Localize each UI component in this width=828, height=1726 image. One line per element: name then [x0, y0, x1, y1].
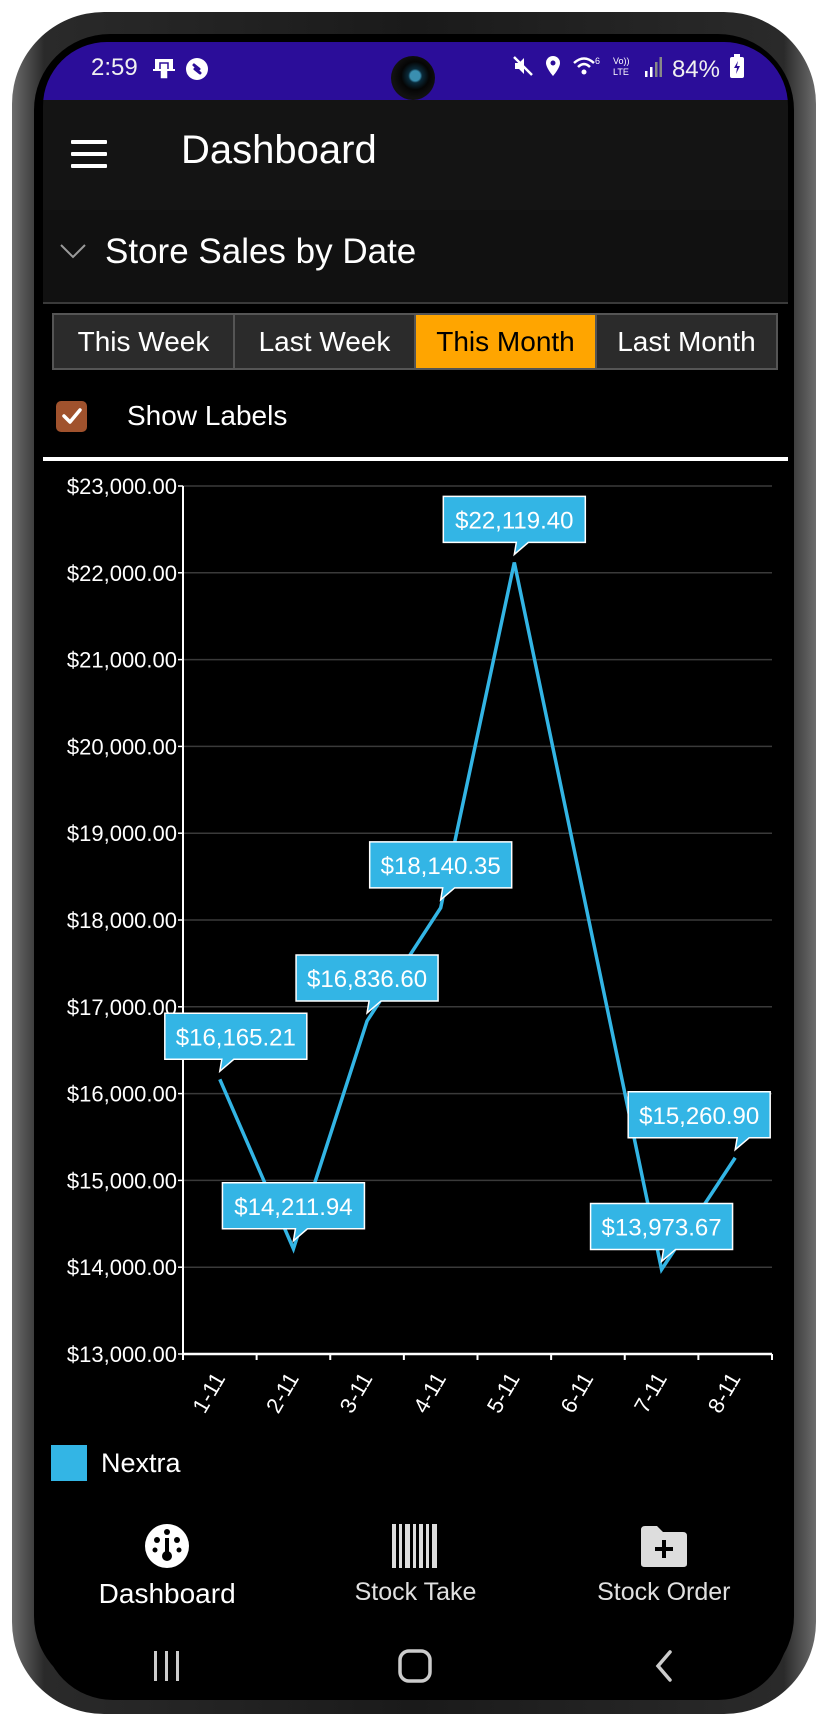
x-tick-label: 2-11 [261, 1368, 304, 1417]
date-range-tabs: This Week Last Week This Month Last Mont… [52, 313, 778, 370]
wifi-icon: 6 [572, 55, 602, 84]
data-label: $22,119.40 [442, 495, 587, 557]
x-tick-label: 6-11 [555, 1368, 598, 1417]
x-tick-label: 8-11 [703, 1368, 746, 1417]
dashboard-gauge-icon [143, 1518, 191, 1574]
y-tick-label: $13,000.00 [67, 1342, 177, 1367]
nav-dashboard-label: Dashboard [98, 1578, 236, 1609]
signal-icon [644, 56, 662, 84]
nav-dashboard[interactable]: Dashboard [43, 1512, 291, 1632]
sales-chart: $13,000.00 $14,000.00 $15,000.00 $16,000.00… [43, 461, 788, 1521]
front-camera [391, 56, 435, 100]
location-icon [544, 55, 562, 84]
battery-charging-icon [730, 54, 744, 85]
svg-text:Vo)): Vo)) [613, 56, 630, 66]
data-label-text: $13,973.67 [602, 1214, 722, 1241]
data-label-text: $22,119.40 [455, 507, 573, 534]
svg-text:LTE: LTE [613, 67, 629, 77]
cast-icon [153, 57, 175, 86]
nav-stock-take-label: Stock Take [354, 1578, 477, 1606]
y-tick-label: $21,000.00 [67, 648, 177, 673]
back-button[interactable] [634, 1641, 694, 1691]
shazam-icon [185, 57, 209, 86]
y-tick-label: $20,000.00 [67, 734, 177, 759]
nav-stock-order[interactable]: Stock Order [540, 1512, 788, 1632]
y-tick-label: $16,000.00 [67, 1082, 177, 1107]
nav-stock-take[interactable]: Stock Take [291, 1512, 539, 1632]
back-icon [655, 1650, 672, 1682]
y-tick-label: $14,000.00 [67, 1255, 177, 1280]
page-title: Dashboard [181, 128, 377, 172]
data-label-text: $15,260.90 [639, 1103, 759, 1130]
x-tick-label: 3-11 [335, 1368, 378, 1417]
data-label-text: $18,140.35 [381, 853, 501, 880]
battery-percent: 84% [671, 55, 720, 83]
y-tick-label: $22,000.00 [67, 561, 177, 586]
status-bar: 2:59 6 Vo)) LTE 84% [43, 42, 788, 100]
x-tick-label: 1-11 [187, 1368, 230, 1417]
chart-canvas: $13,000.00 $14,000.00 $15,000.00 $16,000.00… [67, 474, 773, 1417]
mute-icon [512, 55, 534, 84]
tab-this-month[interactable]: This Month [416, 315, 595, 368]
data-label-text: $16,836.60 [307, 966, 427, 993]
data-label-text: $16,165.21 [176, 1024, 296, 1051]
barcode-icon [390, 1518, 440, 1574]
y-tick-label: $17,000.00 [67, 995, 177, 1020]
data-label: $16,165.21 [164, 1012, 308, 1074]
show-labels-label: Show Labels [127, 400, 288, 431]
y-tick-label: $18,000.00 [67, 908, 177, 933]
checkmark-icon [61, 408, 82, 424]
chart-legend: Nextra [51, 1445, 181, 1481]
y-tick-label: $15,000.00 [67, 1168, 177, 1193]
status-time: 2:59 [91, 54, 138, 81]
legend-label-nextra: Nextra [101, 1447, 181, 1478]
data-label: $13,973.67 [589, 1202, 734, 1264]
screen: 2:59 6 Vo)) LTE 84% Dashboard Store Sale… [43, 42, 788, 1700]
svg-text:6: 6 [595, 56, 600, 66]
chevron-down-icon[interactable] [59, 242, 87, 265]
x-tick-label: 7-11 [629, 1368, 672, 1417]
show-labels-checkbox[interactable] [56, 400, 87, 432]
series-line-nextra [218, 562, 737, 1274]
volte-icon: Vo)) LTE [612, 55, 634, 84]
recents-button[interactable] [137, 1641, 197, 1691]
tab-last-week[interactable]: Last Week [235, 315, 414, 368]
hamburger-menu-icon[interactable] [71, 140, 107, 168]
show-labels-toggle[interactable]: Show Labels [56, 396, 287, 436]
data-label-text: $14,211.94 [234, 1194, 352, 1221]
section-header[interactable]: Store Sales by Date [43, 210, 788, 304]
bottom-navigation: Dashboard Stock Take Stock Order [43, 1512, 788, 1632]
x-tick-label: 4-11 [408, 1368, 451, 1417]
y-tick-label: $23,000.00 [67, 474, 177, 499]
legend-swatch-nextra [51, 1445, 87, 1481]
section-title: Store Sales by Date [105, 232, 417, 271]
folder-add-icon [639, 1518, 689, 1574]
home-icon [398, 1649, 433, 1683]
tab-last-month[interactable]: Last Month [597, 315, 776, 368]
data-label: $14,211.94 [221, 1182, 366, 1243]
x-tick-label: 5-11 [482, 1368, 525, 1417]
data-label: $18,140.35 [368, 841, 513, 902]
recents-icon [154, 1651, 180, 1681]
system-navigation [43, 1632, 788, 1700]
data-label: $16,836.60 [295, 954, 439, 1015]
home-button[interactable] [385, 1641, 445, 1691]
nav-stock-order-label: Stock Order [597, 1578, 731, 1606]
app-bar: Dashboard [43, 100, 788, 210]
data-label: $15,260.90 [627, 1091, 771, 1152]
y-tick-label: $19,000.00 [67, 821, 177, 846]
tab-this-week[interactable]: This Week [54, 315, 233, 368]
